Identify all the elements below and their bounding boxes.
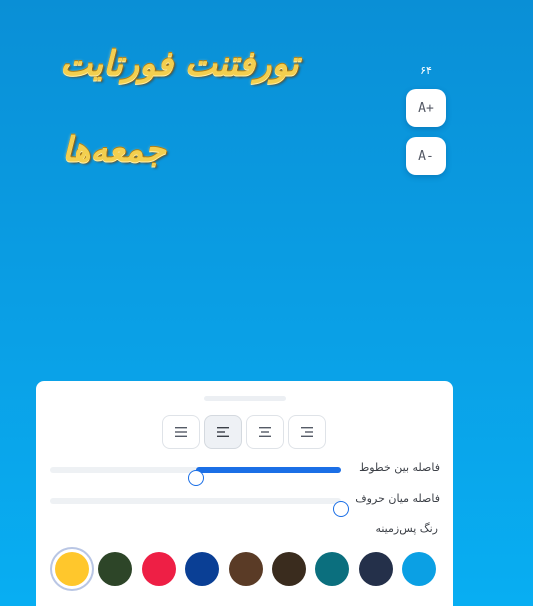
align-center-icon [259, 427, 271, 437]
align-left-icon [217, 427, 229, 437]
line-spacing-fill [195, 467, 341, 473]
line-spacing-row: فاصله بین خطوط [50, 459, 440, 486]
color-swatch[interactable] [402, 552, 436, 586]
color-swatch[interactable] [228, 552, 263, 586]
line-spacing-track[interactable] [50, 467, 341, 486]
background-color-swatches [55, 552, 436, 586]
line-spacing-label: فاصله بین خطوط [359, 461, 440, 474]
color-swatch[interactable] [55, 552, 89, 586]
text-settings-panel: فاصله بین خطوط فاصله میان حروف رنگ پس‌زم… [36, 381, 453, 606]
align-center-button[interactable] [246, 415, 284, 449]
align-right-icon [301, 427, 313, 437]
color-swatch[interactable] [358, 552, 393, 586]
font-size-value: ۶۴ [420, 64, 432, 77]
line-spacing-thumb[interactable] [187, 470, 204, 486]
color-swatch[interactable] [185, 552, 220, 586]
color-swatch[interactable] [98, 552, 133, 586]
canvas-text-line-1[interactable]: تورفتنت فورتایت [60, 44, 298, 84]
letter-spacing-thumb[interactable] [333, 501, 349, 517]
align-left-button[interactable] [204, 415, 242, 449]
drag-handle[interactable] [204, 396, 286, 401]
text-alignment-group [162, 415, 326, 449]
align-justify-icon [175, 427, 187, 437]
canvas-text-line-2[interactable]: جمعه‌ها [62, 130, 166, 170]
letter-spacing-row: فاصله میان حروف [50, 490, 440, 517]
color-swatch[interactable] [271, 552, 306, 586]
letter-spacing-label: فاصله میان حروف [355, 492, 440, 505]
letter-spacing-track[interactable] [50, 498, 349, 517]
color-swatch[interactable] [141, 552, 176, 586]
color-swatch[interactable] [315, 552, 350, 586]
align-justify-button[interactable] [162, 415, 200, 449]
align-right-button[interactable] [288, 415, 326, 449]
background-color-label: رنگ پس‌زمینه [375, 522, 438, 535]
increase-font-size-button[interactable]: A+ [406, 89, 446, 127]
decrease-font-size-button[interactable]: A- [406, 137, 446, 175]
